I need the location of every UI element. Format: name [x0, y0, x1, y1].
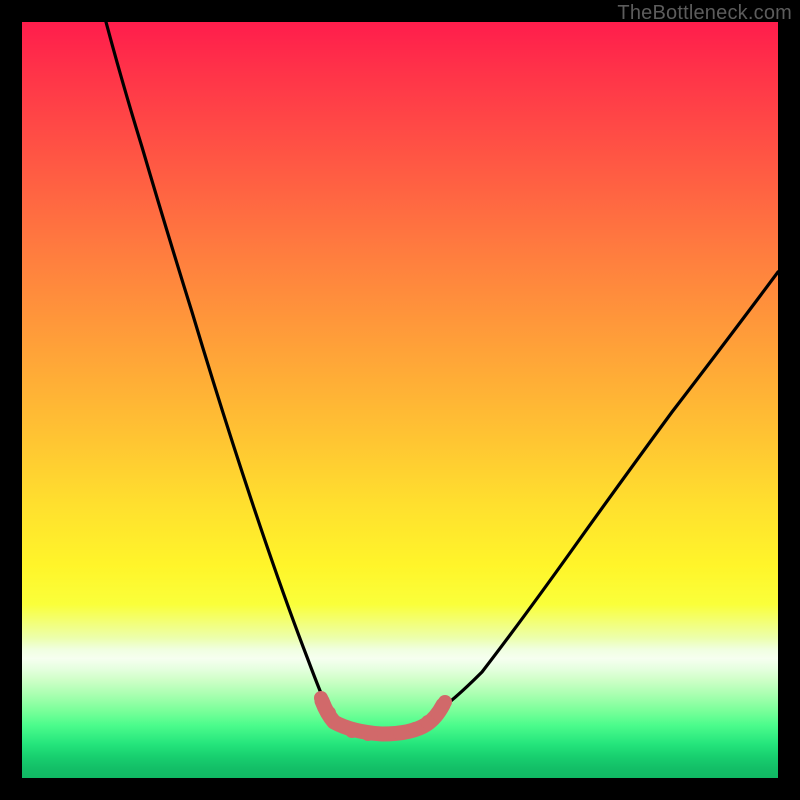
watermark-text: TheBottleneck.com	[617, 2, 792, 25]
curve-layer	[22, 22, 778, 778]
left-curve	[106, 22, 329, 712]
right-curve	[436, 272, 778, 712]
bottleneck-chart: TheBottleneck.com	[0, 0, 800, 800]
plot-area	[22, 22, 778, 778]
marker-dots	[314, 691, 452, 741]
